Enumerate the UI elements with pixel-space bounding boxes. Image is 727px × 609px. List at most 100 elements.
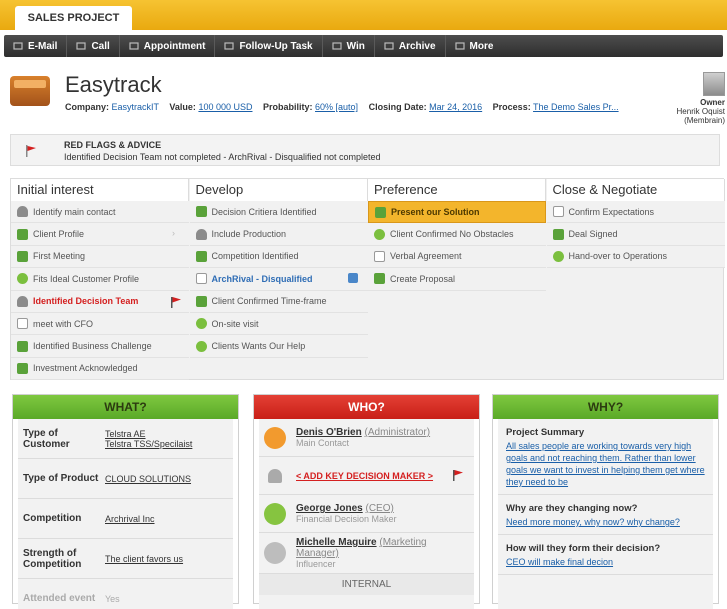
- who-card: WHO? Denis O'Brien (Administrator) Main C…: [253, 394, 480, 609]
- contact-name-text[interactable]: George Jones: [296, 503, 363, 514]
- what-row[interactable]: Attended event Yes: [18, 579, 233, 609]
- stage-item[interactable]: Competition Identified: [189, 245, 368, 269]
- stage-item[interactable]: Fits Ideal Customer Profile: [11, 268, 189, 291]
- what-row[interactable]: Strength of Competition The client favors…: [18, 539, 233, 579]
- what-row-value[interactable]: Archrival Inc: [105, 514, 155, 524]
- process-value[interactable]: The Demo Sales Pr...: [533, 102, 619, 112]
- toolbar-button-call[interactable]: Call: [67, 35, 120, 57]
- why-card-body: Project Summary All sales people are work…: [498, 419, 713, 609]
- stage-item-label: Create Proposal: [390, 273, 456, 284]
- company-label: Company:: [65, 102, 110, 112]
- archive-icon: [384, 42, 394, 50]
- process-label: Process:: [492, 102, 531, 112]
- toolbar-button-win[interactable]: Win: [323, 35, 375, 57]
- stage-item[interactable]: Client Confirmed No Obstacles: [368, 223, 546, 246]
- contact-name[interactable]: Michelle Maguire (Marketing Manager): [296, 537, 469, 559]
- internal-section-header[interactable]: INTERNAL: [259, 574, 474, 595]
- stage-item-label: Deal Signed: [568, 229, 618, 240]
- stage-item[interactable]: Identified Business Challenge: [11, 335, 189, 358]
- document-icon: [17, 228, 28, 240]
- stage-item-label: Decision Critiera Identified: [211, 206, 317, 217]
- document-icon: [195, 250, 207, 262]
- person-icon: [17, 295, 28, 307]
- red-flag-icon: [26, 145, 36, 157]
- tab-sales-project[interactable]: SALES PROJECT: [15, 6, 132, 30]
- stage-item[interactable]: Deal Signed: [546, 223, 725, 246]
- owner-block[interactable]: Owner Henrik Oquist (Membrain): [677, 72, 725, 125]
- closing-date[interactable]: Mar 24, 2016: [429, 102, 482, 112]
- contact-avatar-icon: [264, 542, 286, 564]
- stage-item[interactable]: Include Production: [189, 223, 368, 246]
- contact-row[interactable]: Denis O'Brien (Administrator) Main Contac…: [259, 419, 474, 457]
- stage-item-label: Client Confirmed Time-frame: [211, 296, 327, 307]
- toolbar-label: Appointment: [143, 40, 206, 52]
- project-meta: Company: EasytrackIT Value: 100 000 USD …: [65, 102, 619, 112]
- toolbar-label: Archive: [398, 40, 436, 52]
- stage-item[interactable]: Client Profile ›: [11, 223, 189, 246]
- what-row-value[interactable]: The client favors us: [105, 554, 183, 564]
- toolbar-button-e-mail[interactable]: E-Mail: [4, 35, 68, 57]
- what-row[interactable]: Competition Archrival Inc: [18, 499, 233, 539]
- contact-row[interactable]: < ADD KEY DECISION MAKER >: [259, 457, 474, 495]
- why-answer[interactable]: CEO will make final decion: [506, 556, 705, 568]
- contact-name[interactable]: George Jones (CEO): [296, 503, 397, 514]
- why-answer[interactable]: All sales people are working towards ver…: [506, 440, 705, 488]
- stage-item-label: Confirm Expectations: [568, 206, 655, 217]
- project-title: Easytrack: [65, 72, 162, 97]
- closing-label: Closing Date:: [368, 102, 427, 112]
- contact-row[interactable]: George Jones (CEO) Financial Decision Mak…: [259, 495, 474, 533]
- toolbar-label: Win: [346, 40, 365, 52]
- checkbox-icon: [195, 273, 207, 285]
- toolbar-button-appointment[interactable]: Appointment: [120, 35, 216, 57]
- stage-item[interactable]: Create Proposal: [368, 268, 546, 291]
- why-row[interactable]: Project Summary All sales people are work…: [498, 419, 713, 495]
- stage-item[interactable]: meet with CFO: [11, 312, 189, 336]
- what-row-value[interactable]: Telstra AE Telstra TSS/Specilaist: [105, 429, 192, 449]
- value-value[interactable]: 100 000 USD: [198, 102, 252, 112]
- stage-item[interactable]: Verbal Agreement: [368, 245, 546, 269]
- stage-item-label: Competition Identified: [211, 251, 299, 262]
- contact-row[interactable]: Michelle Maguire (Marketing Manager) Infl…: [259, 533, 474, 574]
- contact-name[interactable]: Denis O'Brien (Administrator): [296, 427, 430, 438]
- check-circle-icon: [552, 250, 564, 262]
- contact-name-text[interactable]: Denis O'Brien: [296, 427, 362, 438]
- toolbar-button-archive[interactable]: Archive: [375, 35, 446, 57]
- toolbar-button-follow-up-task[interactable]: Follow-Up Task: [215, 35, 323, 57]
- top-bar: SALES PROJECT: [0, 0, 727, 30]
- stage-item[interactable]: ArchRival - Disqualified: [189, 268, 368, 291]
- add-key-decision-maker-link[interactable]: < ADD KEY DECISION MAKER >: [296, 471, 453, 481]
- stage-item[interactable]: Identify main contact: [11, 201, 189, 224]
- stage-item[interactable]: Confirm Expectations: [546, 201, 725, 224]
- stage-item-label: Fits Ideal Customer Profile: [33, 273, 140, 284]
- why-row[interactable]: How will they form their decision? CEO wi…: [498, 535, 713, 575]
- stage-item[interactable]: Investment Acknowledged: [11, 357, 189, 381]
- project-header: Easytrack Company: EasytrackIT Value: 10…: [10, 72, 727, 128]
- stage-item[interactable]: Identified Decision Team: [11, 290, 189, 313]
- stage-item-label: Investment Acknowledged: [33, 363, 138, 374]
- toolbar-button-more[interactable]: More: [446, 35, 503, 57]
- stage-column: Close & Negotiate Confirm Expectations Dea…: [546, 179, 725, 269]
- stage-item[interactable]: Clients Wants Our Help: [189, 335, 368, 358]
- what-row-value[interactable]: CLOUD SOLUTIONS: [105, 474, 191, 484]
- who-card-title: WHO?: [254, 395, 479, 419]
- document-icon: [375, 206, 386, 218]
- what-row[interactable]: Type of Customer Telstra AE Telstra TSS/S…: [18, 419, 233, 459]
- probability-value[interactable]: 60% [auto]: [315, 102, 358, 112]
- what-row[interactable]: Type of Product CLOUD SOLUTIONS: [18, 459, 233, 499]
- toolbar-label: More: [469, 40, 494, 52]
- checkbox-icon: [374, 250, 385, 262]
- stage-item[interactable]: Hand-over to Operations: [546, 245, 725, 269]
- contact-name-text[interactable]: Michelle Maguire: [296, 537, 377, 548]
- stage-item[interactable]: On-site visit: [189, 312, 368, 336]
- calendar-icon: [129, 42, 139, 50]
- stage-item[interactable]: Decision Critiera Identified: [189, 201, 368, 224]
- stage-item[interactable]: Present our Solution: [368, 201, 546, 224]
- stage-item[interactable]: Client Confirmed Time-frame: [189, 290, 368, 313]
- checkbox-icon: [552, 206, 564, 218]
- stage-item[interactable]: First Meeting: [11, 245, 189, 269]
- why-row[interactable]: Why are they changing now? Need more mone…: [498, 495, 713, 535]
- owner-name: Henrik Oquist: [676, 107, 725, 116]
- stage-column: Preference Present our Solution Client Con…: [368, 179, 546, 291]
- why-answer[interactable]: Need more money, why now? why change?: [506, 516, 705, 528]
- company-link[interactable]: EasytrackIT: [112, 102, 159, 112]
